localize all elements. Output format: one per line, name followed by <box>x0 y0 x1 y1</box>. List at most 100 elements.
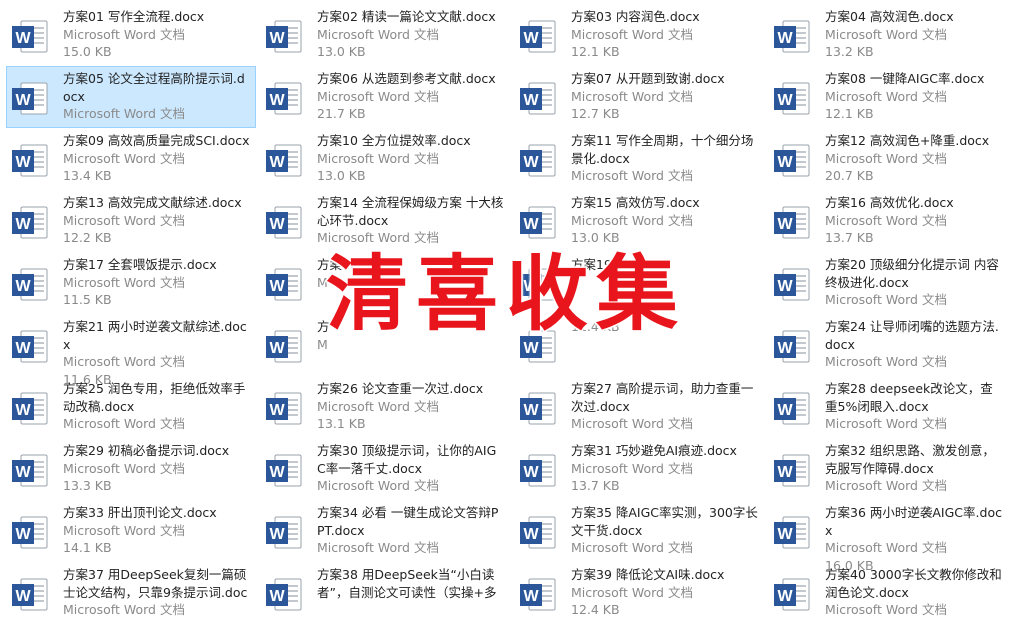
file-item[interactable]: W 方案14 全流程保姆级方案 十大核心环节.docx Microsoft Word… <box>260 190 510 252</box>
file-meta: 方案39 降低论文AI味.docx Microsoft Word 文档 12.4 K… <box>571 566 759 619</box>
svg-text:W: W <box>269 588 285 605</box>
file-item[interactable]: W 方案05 论文全过程高阶提示词.docx Microsoft Word 文档 <box>6 66 256 128</box>
svg-text:W: W <box>777 402 793 419</box>
file-item[interactable]: W 方案24 让导师闭嘴的选题方法.docx Microsoft Word 文档 <box>768 314 1010 376</box>
svg-text:W: W <box>523 30 539 47</box>
file-item[interactable]: W 方案07 从开题到致谢.docx Microsoft Word 文档 12.7 K… <box>514 66 764 128</box>
file-meta: 方案26 论文查重一次过.docx Microsoft Word 文档 13.1 K… <box>317 380 505 433</box>
file-name: 方案09 高效高质量完成SCI.docx <box>63 133 250 148</box>
file-type: Microsoft Word 文档 <box>571 460 693 476</box>
file-item[interactable]: W 方案35 降AIGC率实测，300字长文干货.docx Microsoft Wo… <box>514 500 764 562</box>
file-item[interactable]: W 方案11 写作全周期，十个细分场景化.docx Microsoft Word 文… <box>514 128 764 190</box>
file-name: 方案28 deepseek改论文，查重5%闭眼入.docx <box>825 381 993 414</box>
file-type: Microsoft Word 文档 <box>63 212 185 228</box>
file-item[interactable]: W 方案09 高效高质量完成SCI.docx Microsoft Word 文档 13… <box>6 128 256 190</box>
file-item[interactable]: W 方案21 两小时逆袭文献综述.docx Microsoft Word 文档 11.… <box>6 314 256 387</box>
file-size: 13.3 KB <box>63 478 112 493</box>
file-item[interactable]: W 方案01 写作全流程.docx Microsoft Word 文档 15.0 KB <box>6 4 256 66</box>
word-document-icon: W <box>11 206 49 240</box>
file-meta: 方案28 deepseek改论文，查重5%闭眼入.docx Microsoft W… <box>825 380 1005 433</box>
file-item[interactable]: W 方案38 用DeepSeek当“小白读者”，自测论文可读性（实操+多场景… <box>260 562 510 624</box>
file-item[interactable]: W 方案37 用DeepSeek复刻一篇硕士论文结构，只靠9条提示词.docx Mi… <box>6 562 256 624</box>
file-meta: 方案37 用DeepSeek复刻一篇硕士论文结构，只靠9条提示词.docx Mic… <box>63 566 251 619</box>
file-size: 12.1 KB <box>825 106 874 121</box>
file-name: 方案30 顶级提示词，让你的AIGC率一落千丈.docx <box>317 443 497 476</box>
file-name: 方案25 润色专用，拒绝低效率手动改稿.docx <box>63 381 246 414</box>
file-size: 13.2 KB <box>825 44 874 59</box>
file-type: Microsoft Word 文档 <box>571 88 693 104</box>
file-meta: 方案38 用DeepSeek当“小白读者”，自测论文可读性（实操+多场景… <box>317 566 505 601</box>
file-meta: 方案35 降AIGC率实测，300字长文干货.docx Microsoft Wor… <box>571 504 759 557</box>
file-name: 方案06 从选题到参考文献.docx <box>317 71 496 86</box>
file-type: Microsoft Word 文档 <box>571 26 693 42</box>
file-name: 方案24 让导师闭嘴的选题方法.docx <box>825 319 999 352</box>
file-type: Microsoft Word 文档 <box>63 522 185 538</box>
svg-text:W: W <box>269 216 285 233</box>
file-item[interactable]: W 方案34 必看 一键生成论文答辩PPT.docx Microsoft Word … <box>260 500 510 562</box>
word-document-icon: W <box>11 392 49 426</box>
file-name: 方案33 肝出顶刊论文.docx <box>63 505 217 520</box>
file-item[interactable]: W 方案26 论文查重一次过.docx Microsoft Word 文档 13.1 … <box>260 376 510 438</box>
file-type: Microsoft Word 文档 <box>63 274 185 290</box>
svg-text:W: W <box>269 278 285 295</box>
svg-text:W: W <box>269 526 285 543</box>
file-item[interactable]: W 方案27 高阶提示词，助力查重一次过.docx Microsoft Word 文… <box>514 376 764 438</box>
file-item[interactable]: W 方案12 高效润色+降重.docx Microsoft Word 文档 20.7 … <box>768 128 1010 190</box>
word-document-icon: W <box>11 144 49 178</box>
file-item[interactable]: W 方案02 精读一篇论文文献.docx Microsoft Word 文档 13.0… <box>260 4 510 66</box>
file-meta: 方案31 巧妙避免AI痕迹.docx Microsoft Word 文档 13.7 … <box>571 442 759 495</box>
word-document-icon: W <box>11 330 49 364</box>
file-type: Microsoft Word 文档 <box>571 168 693 183</box>
file-item[interactable]: W 方案36 两小时逆袭AIGC率.docx Microsoft Word 文档 16… <box>768 500 1010 573</box>
file-name: 方案01 写作全流程.docx <box>63 9 205 24</box>
file-item[interactable]: W 方案20 顶级细分化提示词 内容终极进化.docx Microsoft Word… <box>768 252 1010 314</box>
file-item[interactable]: W 方案15 高效仿写.docx Microsoft Word 文档 13.0 KB <box>514 190 764 252</box>
file-item[interactable]: W 方案10 全方位提效率.docx Microsoft Word 文档 13.0 K… <box>260 128 510 190</box>
file-type: Microsoft Word 文档 <box>825 478 947 493</box>
file-name: 方案20 顶级细分化提示词 内容终极进化.docx <box>825 257 999 290</box>
file-meta: 方案34 必看 一键生成论文答辩PPT.docx Microsoft Word 文… <box>317 504 505 557</box>
file-meta: 方案16 高效优化.docx Microsoft Word 文档 13.7 KB <box>825 194 1005 247</box>
file-meta: 方案20 顶级细分化提示词 内容终极进化.docx Microsoft Word … <box>825 256 1005 309</box>
file-item[interactable]: W 方案39 降低论文AI味.docx Microsoft Word 文档 12.4 … <box>514 562 764 624</box>
svg-text:W: W <box>15 526 31 543</box>
file-type: Microsoft Word 文档 <box>317 150 439 166</box>
word-document-icon: W <box>265 206 303 240</box>
file-size: 12.7 KB <box>571 106 620 121</box>
file-size: 21.7 KB <box>317 106 366 121</box>
file-item[interactable]: W 方案04 高效润色.docx Microsoft Word 文档 13.2 KB <box>768 4 1010 66</box>
file-item[interactable]: W 方案03 内容润色.docx Microsoft Word 文档 12.1 KB <box>514 4 764 66</box>
word-document-icon: W <box>773 268 811 302</box>
file-item[interactable]: W 方案40 3000字长文教你修改和润色论文.docx Microsoft Wor… <box>768 562 1010 624</box>
file-meta: 方案15 高效仿写.docx Microsoft Word 文档 13.0 KB <box>571 194 759 247</box>
word-document-icon: W <box>265 454 303 488</box>
file-item[interactable]: W 方案08 一键降AIGC率.docx Microsoft Word 文档 12.1… <box>768 66 1010 128</box>
file-name: 方案21 两小时逆袭文献综述.docx <box>63 319 247 352</box>
word-document-icon: W <box>519 144 557 178</box>
svg-text:W: W <box>15 278 31 295</box>
file-type: Microsoft Word 文档 <box>317 230 439 245</box>
svg-text:W: W <box>15 216 31 233</box>
file-name: 方案38 用DeepSeek当“小白读者”，自测论文可读性（实操+多场景… <box>317 567 497 600</box>
file-item[interactable]: W 方案17 全套喂饭提示.docx Microsoft Word 文档 11.5 K… <box>6 252 256 314</box>
file-name: 方案14 全流程保姆级方案 十大核心环节.docx <box>317 195 504 228</box>
file-item[interactable]: W 方案06 从选题到参考文献.docx Microsoft Word 文档 21.7… <box>260 66 510 128</box>
svg-text:W: W <box>15 92 31 109</box>
file-item[interactable]: W 方案32 组织思路、激发创意，克服写作障碍.docx Microsoft Wor… <box>768 438 1010 500</box>
file-meta: 方案04 高效润色.docx Microsoft Word 文档 13.2 KB <box>825 8 1005 61</box>
file-item[interactable]: W 方案25 润色专用，拒绝低效率手动改稿.docx Microsoft Word … <box>6 376 256 438</box>
file-type: Microsoft Word 文档 <box>825 602 947 617</box>
file-item[interactable]: W 方案13 高效完成文献综述.docx Microsoft Word 文档 12.2… <box>6 190 256 252</box>
file-item[interactable]: W 方案28 deepseek改论文，查重5%闭眼入.docx Microsoft … <box>768 376 1010 438</box>
file-item[interactable]: W 方案31 巧妙避免AI痕迹.docx Microsoft Word 文档 13.7… <box>514 438 764 500</box>
file-size: 12.4 KB <box>571 602 620 617</box>
file-item[interactable]: W 方案29 初稿必备提示词.docx Microsoft Word 文档 13.3 … <box>6 438 256 500</box>
file-item[interactable]: W 方案30 顶级提示词，让你的AIGC率一落千丈.docx Microsoft W… <box>260 438 510 500</box>
file-meta: 方案14 全流程保姆级方案 十大核心环节.docx Microsoft Word … <box>317 194 505 247</box>
file-item[interactable]: W 方案16 高效优化.docx Microsoft Word 文档 13.7 KB <box>768 190 1010 252</box>
file-size: 12.1 KB <box>571 44 620 59</box>
file-type: Microsoft Word 文档 <box>571 416 693 431</box>
file-item[interactable]: W 方案33 肝出顶刊论文.docx Microsoft Word 文档 14.1 K… <box>6 500 256 562</box>
file-meta: 方案11 写作全周期，十个细分场景化.docx Microsoft Word 文档 <box>571 132 759 185</box>
word-document-icon: W <box>265 578 303 612</box>
